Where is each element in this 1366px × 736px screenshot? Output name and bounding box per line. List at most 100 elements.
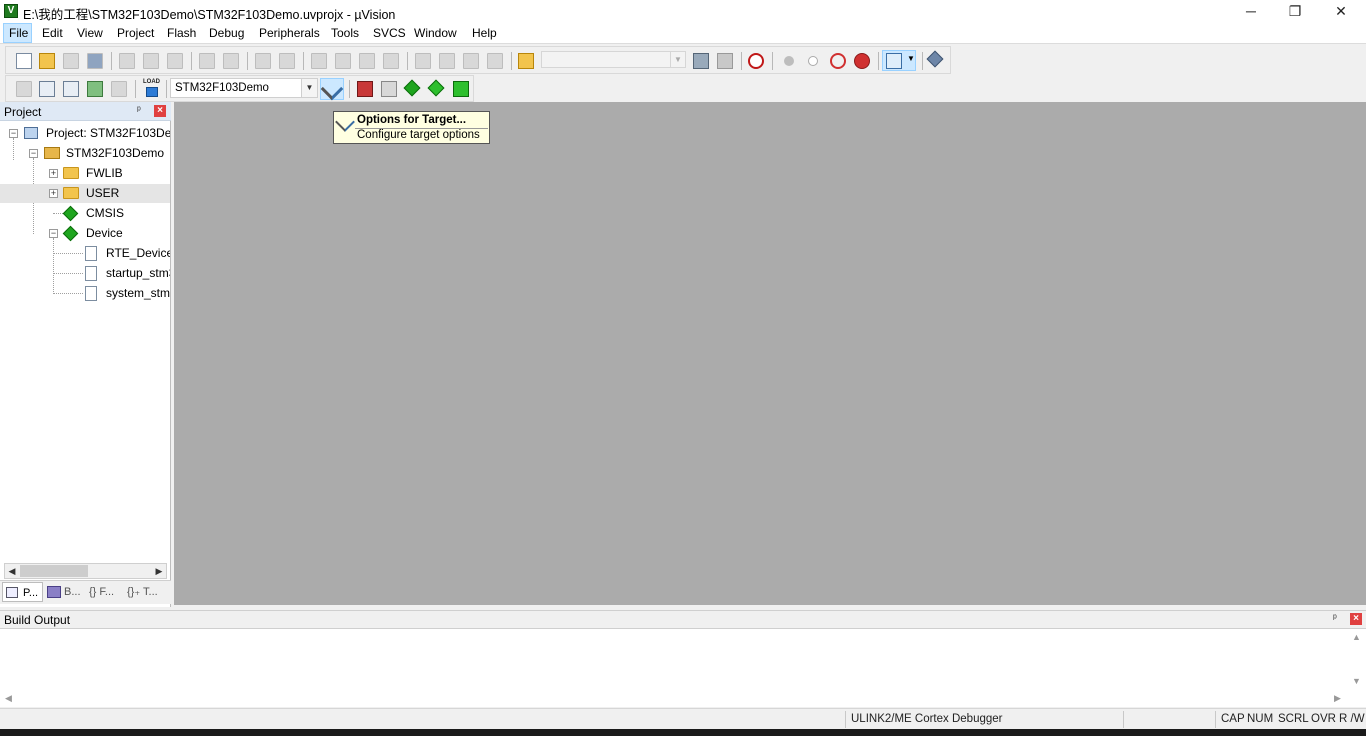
menu-file[interactable]: File (9, 26, 28, 40)
menu-edit[interactable]: Edit (42, 26, 63, 40)
navigate-forward-icon[interactable] (279, 53, 295, 69)
toolbar-separator (247, 52, 248, 70)
navigate-back-icon[interactable] (255, 53, 271, 69)
tree-item-project-root[interactable]: − Project: STM32F103Demo (0, 124, 170, 143)
uncomment-icon[interactable] (487, 53, 503, 69)
scroll-left-icon[interactable]: ◀ (5, 564, 19, 578)
tab-templates[interactable]: {}₊ T... (125, 582, 165, 602)
rebuild-icon[interactable] (63, 81, 79, 97)
cut-icon[interactable] (119, 53, 135, 69)
bookmark-next-icon[interactable] (359, 53, 375, 69)
status-bar: ULINK2/ME Cortex Debugger CAP NUM SCRL O… (0, 708, 1366, 730)
tree-item-file[interactable]: system_stm32f10x.c (0, 284, 170, 303)
bookmark-prev-icon[interactable] (335, 53, 351, 69)
menu-view[interactable]: View (77, 26, 103, 40)
manage-project-items-icon[interactable] (357, 81, 373, 97)
close-icon[interactable]: × (1350, 613, 1362, 625)
incremental-find-icon[interactable] (717, 53, 733, 69)
tree-item-file[interactable]: startup_stm32f10x_md.s (0, 264, 170, 283)
stop-build-icon[interactable] (111, 81, 127, 97)
collapse-icon[interactable]: − (49, 229, 58, 238)
copy-icon[interactable] (143, 53, 159, 69)
menu-peripherals[interactable]: Peripherals (259, 26, 320, 40)
configure-wrench-icon[interactable] (926, 50, 944, 68)
manage-rte-icon[interactable] (403, 79, 421, 97)
menu-svcs[interactable]: SVCS (373, 26, 406, 40)
menu-tools[interactable]: Tools (331, 26, 359, 40)
toolbar-separator (772, 52, 773, 70)
build-icon[interactable] (39, 81, 55, 97)
tree-item-group-fwlib[interactable]: + FWLIB (0, 164, 170, 183)
find-in-files-icon[interactable] (518, 53, 534, 69)
breakpoint-enable-icon[interactable] (808, 56, 818, 66)
translate-icon[interactable] (16, 81, 32, 97)
collapse-icon[interactable]: − (9, 129, 18, 138)
unindent-icon[interactable] (439, 53, 455, 69)
project-horizontal-scrollbar[interactable]: ◀ ▶ (4, 563, 167, 579)
options-for-target-button[interactable] (320, 77, 344, 101)
breakpoint-insert-icon[interactable] (784, 56, 794, 66)
scroll-up-icon[interactable]: ▲ (1352, 632, 1361, 642)
tree-item-group-device[interactable]: − Device (0, 224, 170, 243)
expand-icon[interactable]: + (49, 169, 58, 178)
menu-window[interactable]: Window (414, 26, 457, 40)
batch-build-icon[interactable] (87, 81, 103, 97)
download-button[interactable]: LOAD (143, 79, 161, 99)
save-all-icon[interactable] (87, 53, 103, 69)
build-output-horizontal-scrollbar[interactable]: ◀ ▶ (0, 692, 1349, 707)
tree-item-group-cmsis[interactable]: CMSIS (0, 204, 170, 223)
window-layout-button[interactable]: ▼ (882, 50, 916, 71)
comment-icon[interactable] (463, 53, 479, 69)
scroll-right-icon[interactable]: ▶ (152, 564, 166, 578)
tab-label: {} F... (89, 586, 115, 598)
save-icon[interactable] (63, 53, 79, 69)
redo-icon[interactable] (223, 53, 239, 69)
open-file-icon[interactable] (39, 53, 55, 69)
close-icon[interactable]: × (154, 105, 166, 117)
menu-debug[interactable]: Debug (209, 26, 244, 40)
scroll-down-icon[interactable]: ▼ (1352, 676, 1361, 686)
tree-item-label: CMSIS (86, 206, 125, 220)
undo-icon[interactable] (199, 53, 215, 69)
select-packs-icon[interactable] (427, 79, 445, 97)
bookmark-toggle-icon[interactable] (311, 53, 327, 69)
tree-item-group-user[interactable]: + USER (0, 184, 170, 203)
menu-help[interactable]: Help (472, 26, 497, 40)
target-select[interactable]: STM32F103Demo ▼ (170, 78, 318, 98)
breakpoint-disable-all-icon[interactable] (830, 53, 846, 69)
debug-session-icon[interactable] (748, 53, 764, 69)
uvision-app-icon: V (4, 4, 18, 18)
scrollbar-thumb[interactable] (20, 565, 88, 577)
chevron-down-icon[interactable]: ▼ (301, 79, 317, 97)
collapse-icon[interactable]: − (29, 149, 38, 158)
indent-icon[interactable] (415, 53, 431, 69)
pin-icon[interactable]: ᵖ (1333, 613, 1337, 624)
editor-area[interactable] (174, 102, 1366, 605)
find-icon[interactable] (693, 53, 709, 69)
bookmark-clear-icon[interactable] (383, 53, 399, 69)
find-combo[interactable]: ▼ (541, 51, 686, 68)
chevron-down-icon[interactable]: ▼ (670, 52, 685, 67)
build-output-vertical-scrollbar[interactable]: ▲ ▼ (1349, 630, 1366, 692)
restore-button[interactable]: ❐ (1272, 0, 1318, 23)
tab-books[interactable]: B... (45, 582, 83, 602)
tab-functions[interactable]: {} F... (87, 582, 122, 602)
tab-project[interactable]: P... (2, 582, 43, 602)
breakpoint-kill-all-icon[interactable] (854, 53, 870, 69)
expand-icon[interactable]: + (49, 189, 58, 198)
status-cap: CAP (1221, 713, 1245, 725)
file-extensions-icon[interactable] (381, 81, 397, 97)
close-button[interactable]: ✕ (1318, 0, 1364, 23)
tree-item-file[interactable]: RTE_Device.h (0, 244, 170, 263)
paste-icon[interactable] (167, 53, 183, 69)
scroll-left-icon[interactable]: ◀ (5, 693, 12, 704)
pack-installer-icon[interactable] (453, 81, 469, 97)
tree-item-target[interactable]: − STM32F103Demo (0, 144, 170, 163)
menu-flash[interactable]: Flash (167, 26, 196, 40)
minimize-button[interactable]: ─ (1228, 0, 1274, 23)
new-file-icon[interactable] (16, 53, 32, 69)
pin-icon[interactable]: ᵖ (137, 105, 141, 116)
project-panel-title: Project (4, 105, 42, 119)
scroll-right-icon[interactable]: ▶ (1334, 693, 1341, 704)
menu-project[interactable]: Project (117, 26, 154, 40)
